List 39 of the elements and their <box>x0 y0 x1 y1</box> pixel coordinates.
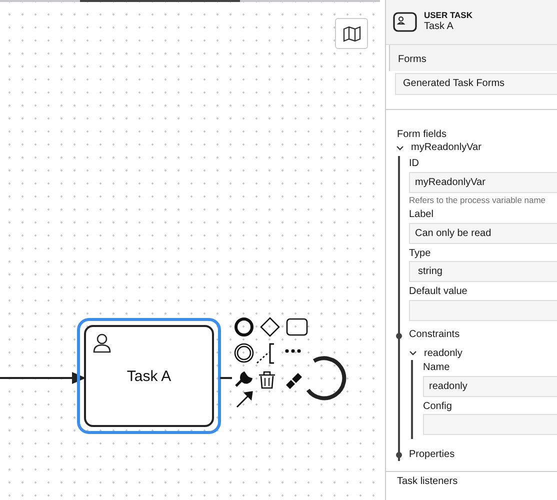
user-task-icon <box>393 12 417 32</box>
field-label: Type <box>409 246 432 261</box>
form-type-select[interactable]: Generated Task Forms <box>395 72 557 94</box>
gateway-icon[interactable] <box>260 317 280 337</box>
section-title[interactable]: Properties <box>409 449 455 460</box>
field-label: Label <box>409 208 434 222</box>
input-field[interactable] <box>409 300 557 321</box>
chevron-icon[interactable] <box>409 349 417 358</box>
trash-icon[interactable] <box>258 371 276 389</box>
sequence-flow-line <box>220 376 232 380</box>
group-title[interactable]: Task listeners <box>386 472 557 488</box>
connect-arrow-icon[interactable] <box>236 391 253 408</box>
field-hint: Refers to the process variable name <box>409 194 547 206</box>
task-name: Task A <box>126 368 172 384</box>
form-field-name[interactable]: myReadonlyVar <box>411 142 482 154</box>
constraint-name[interactable]: readonly <box>424 348 462 360</box>
group-title[interactable]: Form fields <box>386 110 557 141</box>
field-label: Config <box>423 400 453 414</box>
map-icon <box>342 26 360 42</box>
field-label: Name <box>423 361 451 376</box>
task-icon[interactable] <box>286 318 308 336</box>
element-name: Task A <box>424 21 454 33</box>
end-event-icon[interactable] <box>234 318 254 336</box>
input-field[interactable]: myReadonlyVar <box>409 172 557 192</box>
element-type: USER TASK <box>424 11 472 22</box>
group-title[interactable]: Forms <box>389 45 557 70</box>
chevron-icon[interactable] <box>396 144 404 152</box>
field-label: ID <box>409 157 420 171</box>
minimap-button[interactable] <box>335 18 368 49</box>
person-icon <box>91 332 113 354</box>
text-annotation-icon[interactable] <box>256 343 274 364</box>
type-select[interactable]: string <box>409 261 557 282</box>
more-icon[interactable] <box>285 349 301 353</box>
intermediate-event-icon[interactable] <box>234 343 254 363</box>
input-field[interactable]: readonly <box>423 376 557 397</box>
section-title[interactable]: Constraints <box>409 328 460 340</box>
user-task[interactable]: Task A <box>84 325 214 427</box>
field-label: Default value <box>409 285 468 300</box>
input-field[interactable]: Can only be read <box>409 222 557 244</box>
